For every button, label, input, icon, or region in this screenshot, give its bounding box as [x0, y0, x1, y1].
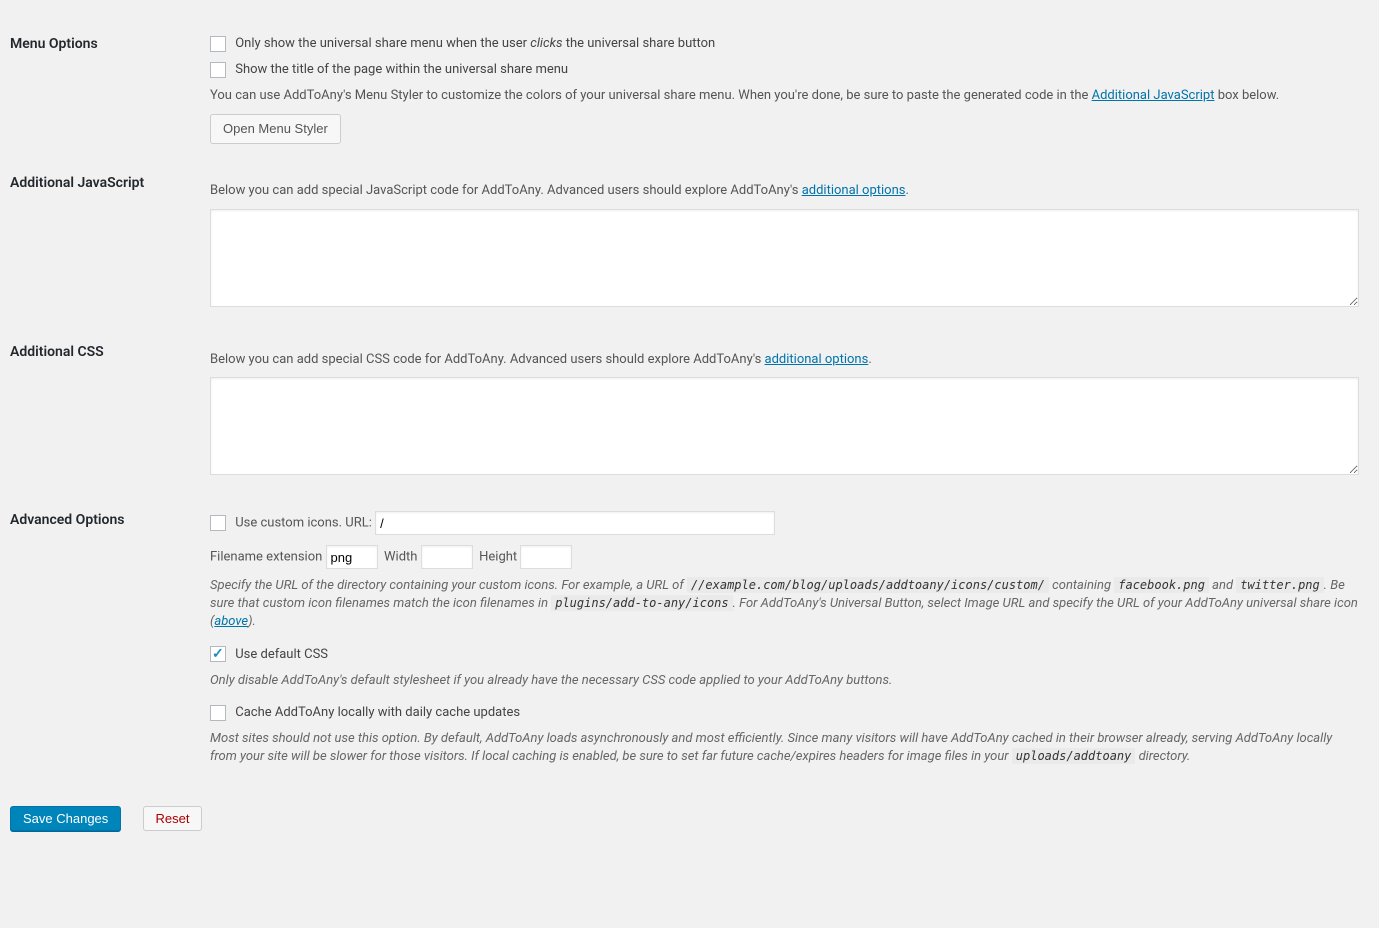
height-input[interactable] [520, 545, 572, 569]
styler-text-a: You can use AddToAny's Menu Styler to cu… [210, 88, 1092, 103]
default-css-description: Only disable AddToAny's default styleshe… [210, 672, 1359, 690]
show-title-label: Show the title of the page within the un… [235, 62, 568, 77]
js-intro-a: Below you can add special JavaScript cod… [210, 183, 802, 198]
use-default-css-row: Use default CSS [210, 646, 1359, 664]
desc1-code1: //example.com/blog/uploads/addtoany/icon… [687, 577, 1049, 593]
custom-icons-label: Use custom icons. URL: [235, 516, 372, 531]
desc1-code2: facebook.png [1114, 577, 1209, 593]
custom-icons-url-input[interactable] [375, 511, 775, 535]
desc1-f: ). [248, 614, 256, 629]
desc1-code4: plugins/add-to-any/icons [551, 595, 732, 611]
desc1-c: and [1209, 578, 1236, 593]
js-intro-b: . [905, 183, 908, 198]
desc1-code3: twitter.png [1236, 577, 1323, 593]
cache-description: Most sites should not use this option. B… [210, 730, 1359, 766]
cache-locally-label: Cache AddToAny locally with daily cache … [235, 705, 520, 720]
desc3-b: directory. [1135, 749, 1190, 764]
menu-styler-paragraph: You can use AddToAny's Menu Styler to cu… [210, 87, 1359, 105]
show-title-checkbox[interactable] [210, 62, 226, 78]
filename-ext-label: Filename extension [210, 550, 322, 565]
css-intro-b: . [868, 352, 871, 367]
filename-row: Filename extension Width Height [210, 545, 1359, 569]
filename-ext-input[interactable] [326, 545, 378, 569]
desc3-code: uploads/addtoany [1012, 748, 1136, 764]
above-link[interactable]: above [214, 614, 248, 629]
height-label: Height [479, 550, 517, 565]
only-on-click-em: clicks [530, 36, 562, 51]
advanced-options-heading: Advanced Options [10, 496, 210, 786]
menu-options-heading: Menu Options [10, 20, 210, 159]
show-title-row: Show the title of the page within the un… [210, 61, 1359, 79]
additional-css-heading: Additional CSS [10, 328, 210, 496]
desc1-b: containing [1049, 578, 1114, 593]
use-default-css-checkbox[interactable] [210, 646, 226, 662]
settings-form-table: Menu Options Only show the universal sha… [10, 20, 1369, 786]
width-label: Width [384, 550, 417, 565]
additional-css-intro: Below you can add special CSS code for A… [210, 351, 1359, 369]
desc1-a: Specify the URL of the directory contain… [210, 578, 687, 593]
additional-js-intro: Below you can add special JavaScript cod… [210, 182, 1359, 200]
open-menu-styler-button[interactable]: Open Menu Styler [210, 114, 341, 145]
custom-icons-row: Use custom icons. URL: [210, 511, 1359, 535]
additional-javascript-link[interactable]: Additional JavaScript [1092, 88, 1215, 103]
save-changes-button[interactable]: Save Changes [10, 806, 121, 831]
additional-css-textarea[interactable] [210, 377, 1359, 475]
only-on-click-checkbox[interactable] [210, 36, 226, 52]
additional-options-link-css[interactable]: additional options [765, 352, 869, 367]
only-on-click-label-a: Only show the universal share menu when … [235, 36, 530, 51]
reset-button[interactable]: Reset [143, 806, 203, 831]
css-intro-a: Below you can add special CSS code for A… [210, 352, 765, 367]
custom-icons-checkbox[interactable] [210, 515, 226, 531]
styler-text-b: box below. [1214, 88, 1279, 103]
additional-options-link-js[interactable]: additional options [802, 183, 906, 198]
additional-js-textarea[interactable] [210, 209, 1359, 307]
use-default-css-label: Use default CSS [235, 647, 328, 662]
width-input[interactable] [421, 545, 473, 569]
cache-locally-row: Cache AddToAny locally with daily cache … [210, 704, 1359, 722]
submit-row: Save Changes Reset [10, 806, 1369, 831]
cache-locally-checkbox[interactable] [210, 705, 226, 721]
only-on-click-label-b: the universal share button [563, 36, 716, 51]
only-on-click-row: Only show the universal share menu when … [210, 35, 1359, 53]
custom-icons-description: Specify the URL of the directory contain… [210, 577, 1359, 632]
additional-js-heading: Additional JavaScript [10, 159, 210, 327]
